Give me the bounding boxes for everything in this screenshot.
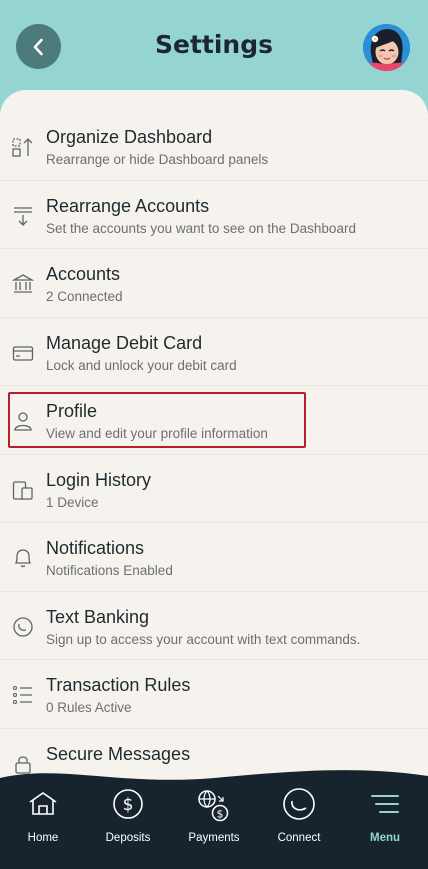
organize-dashboard-icon bbox=[12, 138, 33, 157]
settings-item-text-banking[interactable]: Text Banking Sign up to access your acco… bbox=[0, 592, 428, 660]
settings-item-login-history[interactable]: Login History 1 Device bbox=[0, 455, 428, 523]
settings-sheet: Organize Dashboard Rearrange or hide Das… bbox=[0, 90, 428, 869]
settings-item-description: 1 Device bbox=[46, 494, 99, 510]
settings-item-description: 2 Connected bbox=[46, 289, 123, 304]
bell-icon bbox=[14, 549, 32, 568]
nav-payments[interactable]: $ Payments bbox=[174, 788, 254, 848]
connect-icon bbox=[283, 788, 315, 820]
deposits-icon: $ bbox=[113, 789, 143, 819]
payments-icon: $ bbox=[198, 790, 229, 822]
rearrange-accounts-icon bbox=[14, 206, 32, 226]
devices-icon bbox=[12, 480, 33, 500]
settings-item-manage-debit-card[interactable]: Manage Debit Card Lock and unlock your d… bbox=[0, 318, 428, 386]
settings-item-label: Accounts bbox=[46, 264, 121, 284]
bottom-navigation: Home $ Deposits $ Payments Connect Menu bbox=[0, 768, 428, 869]
settings-item-label: Text Banking bbox=[46, 606, 150, 627]
settings-item-description: Rearrange or hide Dashboard panels bbox=[46, 152, 269, 167]
nav-home[interactable]: Home bbox=[3, 788, 83, 848]
settings-item-label: Transaction Rules bbox=[46, 675, 191, 695]
nav-label: Payments bbox=[188, 832, 240, 844]
header: Settings bbox=[0, 0, 428, 100]
bank-icon bbox=[12, 274, 34, 293]
text-banking-icon bbox=[13, 616, 33, 637]
settings-item-description: 0 Rules Active bbox=[46, 700, 132, 715]
settings-item-notifications[interactable]: Notifications Notifications Enabled bbox=[0, 523, 428, 592]
home-icon bbox=[29, 792, 57, 815]
nav-label: Deposits bbox=[105, 832, 151, 844]
settings-item-accounts[interactable]: Accounts 2 Connected bbox=[0, 249, 428, 318]
settings-list: Organize Dashboard Rearrange or hide Das… bbox=[0, 112, 428, 797]
settings-item-description: View and edit your profile information bbox=[46, 426, 268, 441]
nav-label: Connect bbox=[277, 832, 321, 844]
menu-icon bbox=[371, 795, 399, 813]
settings-item-description: Set the accounts you want to see on the … bbox=[46, 220, 356, 236]
settings-item-label: Notifications bbox=[46, 538, 145, 558]
settings-item-label: Login History bbox=[46, 469, 152, 490]
settings-item-profile[interactable]: Profile View and edit your profile infor… bbox=[0, 386, 428, 455]
nav-deposits[interactable]: $ Deposits bbox=[88, 788, 168, 848]
settings-item-label: Manage Debit Card bbox=[46, 332, 203, 353]
settings-item-label: Rearrange Accounts bbox=[46, 195, 210, 216]
settings-item-description: Lock and unlock your debit card bbox=[46, 357, 237, 373]
svg-text:$: $ bbox=[217, 808, 224, 821]
credit-card-icon bbox=[12, 345, 34, 361]
nav-label: Home bbox=[27, 832, 59, 844]
list-icon bbox=[12, 685, 32, 705]
nav-connect[interactable]: Connect bbox=[259, 788, 339, 848]
avatar[interactable] bbox=[363, 24, 410, 71]
settings-item-label: Profile bbox=[46, 401, 98, 421]
settings-item-label: Secure Messages bbox=[46, 743, 191, 764]
svg-text:$: $ bbox=[123, 795, 134, 815]
settings-item-description: Sign up to access your account with text… bbox=[46, 631, 361, 647]
nav-menu[interactable]: Menu bbox=[345, 788, 425, 848]
settings-item-rearrange-accounts[interactable]: Rearrange Accounts Set the accounts you … bbox=[0, 181, 428, 249]
settings-item-transaction-rules[interactable]: Transaction Rules 0 Rules Active bbox=[0, 660, 428, 729]
settings-item-organize-dashboard[interactable]: Organize Dashboard Rearrange or hide Das… bbox=[0, 112, 428, 181]
avatar-image bbox=[363, 24, 410, 71]
settings-item-label: Organize Dashboard bbox=[46, 127, 213, 147]
settings-item-description: Notifications Enabled bbox=[46, 563, 173, 578]
nav-label: Menu bbox=[369, 832, 401, 844]
user-icon bbox=[14, 412, 32, 431]
